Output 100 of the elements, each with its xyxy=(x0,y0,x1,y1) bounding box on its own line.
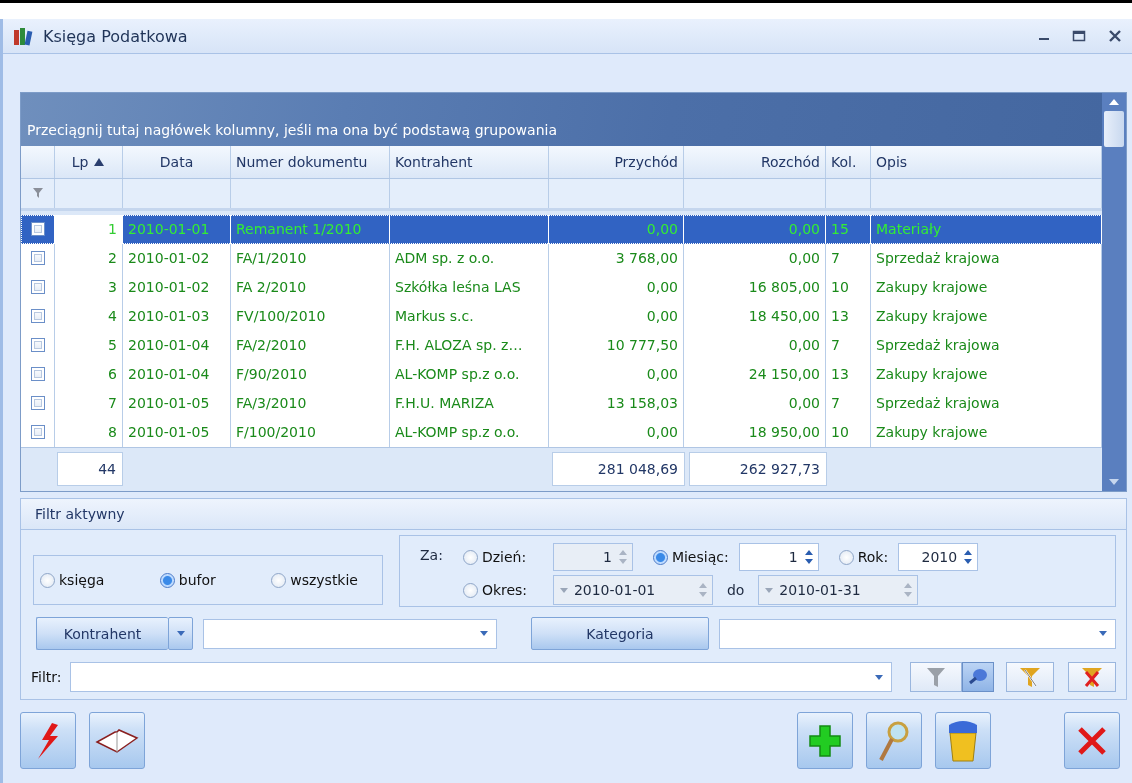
expense-total: 262 927,73 xyxy=(689,452,827,487)
period-label: Za: xyxy=(420,546,443,565)
spin-arrows-icon[interactable] xyxy=(803,548,814,566)
table-cell: 13 xyxy=(831,308,849,325)
sort-ascending-icon xyxy=(93,157,106,168)
window-title: Księga Podatkowa xyxy=(43,26,188,46)
selected-row[interactable]: 1 2010-01-01 Remanent 1/2010 0,00 0,00 15 Materiały xyxy=(21,214,1102,244)
radio-option[interactable]: Rok: xyxy=(838,549,889,565)
search-button[interactable] xyxy=(866,712,922,769)
add-button[interactable] xyxy=(797,712,853,769)
table-row[interactable]: 6 2010-01-04 F/90/2010 AL-KOMP sp.z o.o. 0,00 24 150,00 13 Zakupy krajowe xyxy=(21,359,1102,389)
table-row[interactable]: 2 2010-01-02 FA/1/2010 ADM sp. z o.o. 3 768,00 0,00 7 Sprzedaż krajowa xyxy=(21,243,1102,273)
table-cell: 0,00 xyxy=(646,366,678,383)
close-icon[interactable] xyxy=(1108,29,1122,43)
table-cell: F/90/2010 xyxy=(236,366,307,383)
table-cell: AL-KOMP sp.z o.o. xyxy=(395,424,520,441)
table-cell: 10 777,50 xyxy=(606,337,678,354)
column-header[interactable]: Kol. xyxy=(826,146,871,179)
contractor-button[interactable]: Kontrahent xyxy=(36,617,168,650)
table-cell: 0,00 xyxy=(788,337,820,354)
table-row[interactable]: 4 2010-01-03 FV/100/2010 Markus s.c. 0,00 18 450,00 13 Zakupy krajowe xyxy=(21,301,1102,331)
funnel-clear-icon xyxy=(1081,666,1103,688)
radio-option[interactable]: bufor xyxy=(159,572,216,588)
table-cell: FA/1/2010 xyxy=(236,250,307,267)
scrollbar[interactable] xyxy=(1102,93,1126,491)
table-cell: FA/3/2010 xyxy=(236,395,307,412)
checkbox[interactable] xyxy=(30,396,45,411)
table-cell: FA 2/2010 xyxy=(236,279,307,296)
table-cell: 3 xyxy=(108,279,117,296)
lightning-icon xyxy=(36,721,60,760)
checkbox[interactable] xyxy=(30,251,45,266)
table-cell: 2010-01-03 xyxy=(128,308,210,325)
search-icon xyxy=(878,719,910,762)
column-header[interactable]: Data xyxy=(123,146,231,179)
pin-button[interactable] xyxy=(962,662,994,692)
checkbox[interactable] xyxy=(30,338,45,353)
table-row[interactable]: 8 2010-01-05 F/100/2010 AL-KOMP sp.z o.o. 0,00 18 950,00 10 Zakupy krajowe xyxy=(21,417,1102,447)
checkbox[interactable] xyxy=(30,280,45,295)
table-cell: 7 xyxy=(831,250,840,267)
maximize-icon[interactable] xyxy=(1072,30,1086,42)
scroll-down-icon[interactable] xyxy=(1107,477,1121,487)
table-cell: 0,00 xyxy=(788,250,820,267)
table-cell: 0,00 xyxy=(646,308,678,325)
table-row[interactable]: 7 2010-01-05 FA/3/2010 F.H.U. MARIZA 13 158,03 0,00 7 Sprzedaż krajowa xyxy=(21,388,1102,418)
funnel-icon[interactable] xyxy=(31,187,44,200)
funnel-icon xyxy=(926,666,946,688)
funnel-tools-button[interactable] xyxy=(1006,662,1054,692)
number-spinner[interactable]: 1 xyxy=(738,543,819,571)
checkbox[interactable] xyxy=(30,367,45,382)
column-header[interactable]: Kontrahent xyxy=(390,146,549,179)
table-cell: AL-KOMP sp.z o.o. xyxy=(395,366,520,383)
table-row[interactable]: 3 2010-01-02 FA 2/2010 Szkółka leśna LAS 0,00 16 805,00 10 Zakupy krajowe xyxy=(21,272,1102,302)
radio-option[interactable]: księga xyxy=(40,572,105,588)
radio-button[interactable] xyxy=(838,549,854,565)
number-spinner[interactable]: 2010 xyxy=(898,543,979,571)
close-button[interactable] xyxy=(1064,712,1120,769)
column-header[interactable]: Rozchód xyxy=(684,146,826,179)
checkbox[interactable] xyxy=(30,309,45,324)
table-cell: 16 805,00 xyxy=(748,279,820,296)
radio-button[interactable] xyxy=(652,549,668,565)
radio-button[interactable] xyxy=(40,572,55,588)
table-cell: 5 xyxy=(108,337,117,354)
close-icon xyxy=(1077,725,1107,756)
table-cell: 2010-01-05 xyxy=(128,395,210,412)
table-cell: F/100/2010 xyxy=(236,424,316,441)
column-header[interactable]: Numer dokumentu xyxy=(231,146,390,179)
column-header[interactable]: Przychód xyxy=(549,146,684,179)
table-cell: ADM sp. z o.o. xyxy=(395,250,495,267)
book-button[interactable] xyxy=(89,712,145,769)
radio-option[interactable]: Miesiąc: xyxy=(652,549,729,565)
table-row[interactable]: 5 2010-01-04 FA/2/2010 F.H. ALOZA sp. z… 10 777,50 0,00 7 Sprzedaż krajowa xyxy=(21,330,1102,360)
dropdown-arrow-icon[interactable] xyxy=(875,674,883,680)
funnel-button[interactable] xyxy=(910,662,962,692)
scroll-thumb[interactable] xyxy=(1104,111,1124,147)
row-count: 44 xyxy=(57,452,123,487)
table-cell: 10 xyxy=(831,424,849,441)
trash-button[interactable] xyxy=(935,712,991,769)
checkbox[interactable] xyxy=(30,425,45,440)
table-cell: 7 xyxy=(831,395,840,412)
checkbox[interactable] xyxy=(30,222,45,237)
trash-bin-icon xyxy=(946,718,980,763)
column-header[interactable]: Lp xyxy=(55,146,123,179)
category-button[interactable]: Kategoria xyxy=(531,617,709,650)
lightning-button[interactable] xyxy=(20,712,76,769)
radio-button[interactable] xyxy=(159,572,175,588)
table-cell: Szkółka leśna LAS xyxy=(395,279,521,296)
dropdown-arrow-icon xyxy=(176,631,185,636)
funnel-clear-button[interactable] xyxy=(1068,662,1116,692)
radio-button[interactable] xyxy=(271,572,287,588)
spin-arrows-icon[interactable] xyxy=(963,548,974,566)
scroll-up-icon[interactable] xyxy=(1107,97,1121,107)
dropdown-button[interactable] xyxy=(168,617,193,650)
table-cell: 0,00 xyxy=(646,424,678,441)
dropdown-arrow-icon[interactable] xyxy=(480,631,488,636)
dropdown-arrow-icon[interactable] xyxy=(1099,631,1107,636)
funnel-tools-icon xyxy=(1019,666,1041,688)
books-icon xyxy=(13,26,35,46)
table-cell: 18 450,00 xyxy=(748,308,820,325)
table-cell: Zakupy krajowe xyxy=(876,424,988,441)
radio-option[interactable]: wszystkie xyxy=(271,572,358,588)
